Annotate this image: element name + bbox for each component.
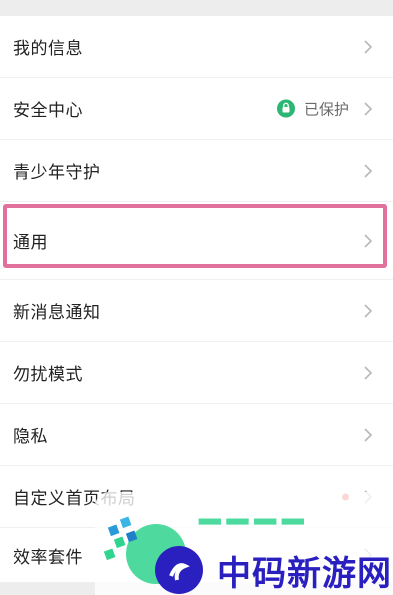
- settings-item-label: 我的信息: [13, 39, 83, 59]
- settings-item-label: 勿扰模式: [13, 365, 83, 385]
- notification-dot: [342, 493, 349, 500]
- settings-item-do-not-disturb[interactable]: 勿扰模式: [0, 342, 393, 404]
- chevron-right-icon: [364, 489, 373, 504]
- settings-item-custom-home-layout[interactable]: 自定义首页布局: [0, 466, 393, 528]
- settings-item-label: 隐私: [13, 427, 48, 447]
- chevron-right-icon: [364, 163, 373, 178]
- chevron-right-icon: [364, 427, 373, 442]
- settings-item-label: 新消息通知: [13, 303, 101, 323]
- settings-list: 我的信息 安全中心 已保护 青少年守护 通用 新消息通知 勿扰模式 隐私 自定义…: [0, 16, 393, 583]
- settings-item-label: 效率套件: [13, 547, 83, 568]
- settings-item-my-info[interactable]: 我的信息: [0, 16, 393, 78]
- settings-item-general[interactable]: 通用: [0, 202, 393, 280]
- settings-item-label: 通用: [13, 233, 48, 253]
- settings-item-label: 青少年守护: [13, 163, 101, 183]
- settings-item-privacy[interactable]: 隐私: [0, 404, 393, 466]
- settings-item-youth-protection[interactable]: 青少年守护: [0, 140, 393, 202]
- security-status: 已保护: [276, 98, 349, 119]
- settings-item-security-center[interactable]: 安全中心 已保护: [0, 78, 393, 140]
- settings-item-efficiency-suite[interactable]: 效率套件: [0, 528, 393, 583]
- settings-item-new-message-notifications[interactable]: 新消息通知: [0, 280, 393, 342]
- settings-item-label: 安全中心: [13, 101, 83, 121]
- chevron-right-icon: [364, 233, 373, 248]
- chevron-right-icon: [364, 365, 373, 380]
- chevron-right-icon: [364, 548, 373, 562]
- shield-icon: [276, 99, 295, 118]
- chevron-right-icon: [364, 101, 373, 116]
- chevron-right-icon: [364, 303, 373, 318]
- chevron-right-icon: [364, 39, 373, 54]
- status-badge: 已保护: [303, 100, 349, 118]
- settings-item-label: 自定义首页布局: [13, 489, 136, 509]
